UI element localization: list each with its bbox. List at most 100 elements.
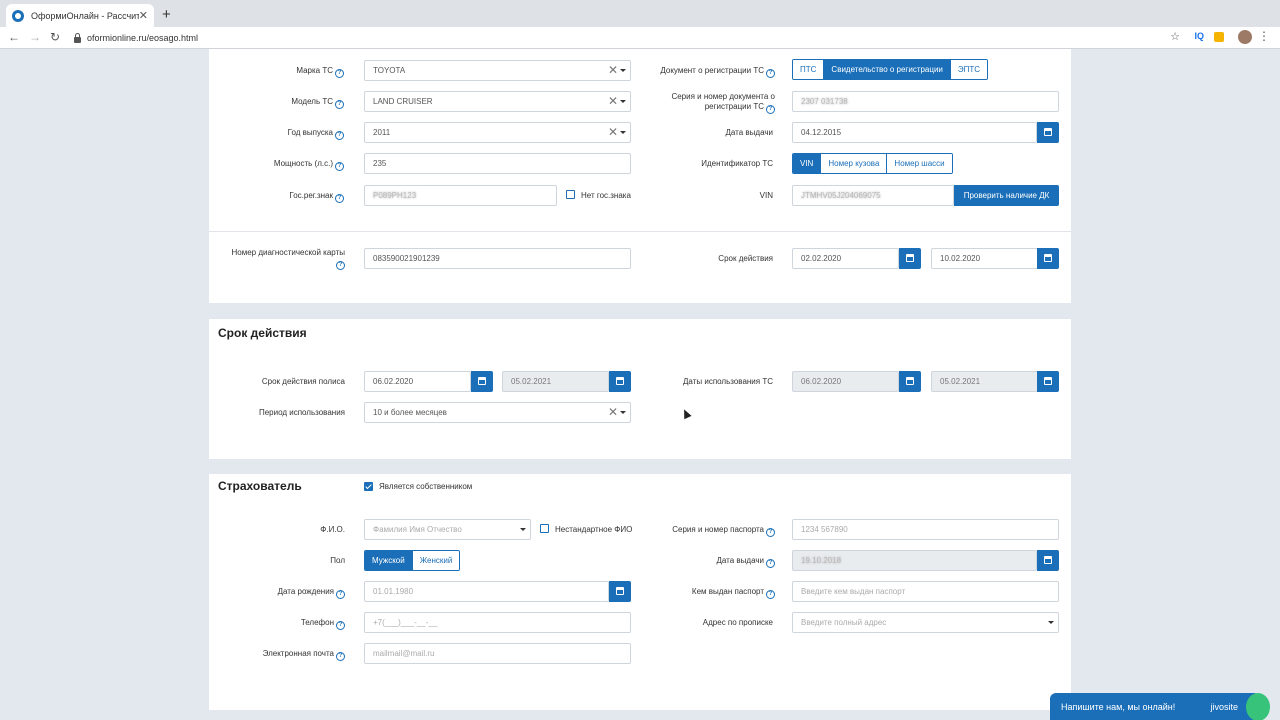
plate-input[interactable]: Р089РН123 xyxy=(364,185,557,206)
help-icon[interactable]: ? xyxy=(335,162,344,171)
id-type-toggle: VIN Номер кузова Номер шасси xyxy=(792,153,953,174)
id-option-chassis[interactable]: Номер шасси xyxy=(886,154,952,173)
year-select[interactable]: 2011 ✕ xyxy=(364,122,631,143)
clear-icon[interactable]: ✕ xyxy=(608,61,618,80)
id-option-vin[interactable]: VIN xyxy=(793,154,821,173)
chevron-down-icon xyxy=(620,411,626,414)
calendar-icon[interactable] xyxy=(609,581,631,602)
email-input[interactable]: mailmail@mail.ru xyxy=(364,643,631,664)
new-tab-button[interactable]: + xyxy=(162,6,171,23)
iq-extension-icon[interactable]: IQ xyxy=(1194,31,1204,41)
clear-icon[interactable]: ✕ xyxy=(608,92,618,111)
divider xyxy=(209,231,1071,232)
help-icon[interactable]: ? xyxy=(336,590,345,599)
help-icon[interactable]: ? xyxy=(766,559,775,568)
passport-date-input[interactable]: 19.10.2018 xyxy=(792,550,1037,571)
help-icon[interactable]: ? xyxy=(335,100,344,109)
power-input[interactable]: 235 xyxy=(364,153,631,174)
help-icon[interactable]: ? xyxy=(335,194,344,203)
help-icon[interactable]: ? xyxy=(766,590,775,599)
birth-label: Дата рождения? xyxy=(229,587,345,599)
nonstandard-fio-checkbox[interactable] xyxy=(540,524,549,533)
lock-icon xyxy=(74,32,81,43)
calendar-icon[interactable] xyxy=(1037,550,1059,571)
birth-input[interactable]: 01.01.1980 xyxy=(364,581,609,602)
doc-option-certificate[interactable]: Свидетельство о регистрации xyxy=(823,60,950,79)
issued-by-input[interactable]: Введите кем выдан паспорт xyxy=(792,581,1059,602)
calendar-icon[interactable] xyxy=(1037,248,1059,269)
calendar-icon[interactable] xyxy=(899,248,921,269)
browser-menu-icon[interactable]: ⋮ xyxy=(1258,29,1270,43)
browser-tabbar: ОформиОнлайн - Рассчитать ✕ + xyxy=(0,0,1280,27)
fio-select[interactable]: Фамилия Имя Отчество xyxy=(364,519,531,540)
tab-close-icon[interactable]: ✕ xyxy=(139,9,148,22)
calendar-icon[interactable] xyxy=(899,371,921,392)
id-label: Идентификатор ТС xyxy=(701,159,773,168)
usage-period-select[interactable]: 10 и более месяцев ✕ xyxy=(364,402,631,423)
doc-number-input[interactable]: 2307 031738 xyxy=(792,91,1059,112)
doc-option-pts[interactable]: ПТС xyxy=(793,60,824,79)
forward-icon[interactable]: → xyxy=(29,30,41,44)
extension-icon[interactable] xyxy=(1214,32,1224,42)
back-icon[interactable]: ← xyxy=(8,30,20,44)
year-label: Год выпуска? xyxy=(249,128,344,140)
usage-period-label: Период использования xyxy=(258,408,345,417)
address-label: Адрес по прописке xyxy=(702,618,773,627)
check-dk-button[interactable]: Проверить наличие ДК xyxy=(954,185,1059,206)
browser-tab[interactable]: ОформиОнлайн - Рассчитать ✕ xyxy=(6,4,154,27)
diag-card-input[interactable]: 083590021901239 xyxy=(364,248,631,269)
help-icon[interactable]: ? xyxy=(766,105,775,114)
model-select[interactable]: LAND CRUISER ✕ xyxy=(364,91,631,112)
help-icon[interactable]: ? xyxy=(766,69,775,78)
usage-from-input: 06.02.2020 xyxy=(792,371,899,392)
url-text: oformionline.ru/eosago.html xyxy=(87,33,199,43)
bookmark-star-icon[interactable]: ☆ xyxy=(1170,30,1180,43)
reload-icon[interactable]: ↻ xyxy=(50,30,60,44)
insurer-card: Страхователь Является собственником Ф.И.… xyxy=(209,474,1071,710)
clear-icon[interactable]: ✕ xyxy=(608,123,618,142)
vin-input[interactable]: JTMHV05J204069075 xyxy=(792,185,954,206)
calendar-icon[interactable] xyxy=(471,371,493,392)
diag-to-input[interactable]: 10.02.2020 xyxy=(931,248,1038,269)
profile-avatar[interactable] xyxy=(1238,30,1252,44)
address-bar[interactable]: oformionline.ru/eosago.html xyxy=(70,29,1185,47)
passport-input[interactable]: 1234 567890 xyxy=(792,519,1059,540)
policy-from-input[interactable]: 06.02.2020 xyxy=(364,371,471,392)
issue-date-input[interactable]: 04.12.2015 xyxy=(792,122,1037,143)
is-owner-label: Является собственником xyxy=(379,482,473,491)
policy-card: Срок действия Срок действия полиса 06.02… xyxy=(209,319,1071,459)
help-icon[interactable]: ? xyxy=(336,652,345,661)
help-icon[interactable]: ? xyxy=(335,131,344,140)
help-icon[interactable]: ? xyxy=(336,261,345,270)
calendar-icon[interactable] xyxy=(609,371,631,392)
is-owner-checkbox[interactable] xyxy=(364,482,373,491)
address-select[interactable]: Введите полный адрес xyxy=(792,612,1059,633)
help-icon[interactable]: ? xyxy=(335,69,344,78)
gender-male[interactable]: Мужской xyxy=(365,551,412,570)
calendar-icon[interactable] xyxy=(1037,122,1059,143)
doc-option-epts[interactable]: ЭПТС xyxy=(949,60,988,79)
calendar-icon[interactable] xyxy=(1037,371,1059,392)
fio-label: Ф.И.О. xyxy=(320,525,345,534)
clear-icon[interactable]: ✕ xyxy=(608,403,618,422)
chevron-down-icon xyxy=(620,100,626,103)
phone-input[interactable]: +7(___)___-__-__ xyxy=(364,612,631,633)
chat-widget[interactable]: Напишите нам, мы онлайн! jivosite xyxy=(1050,693,1270,720)
id-option-body[interactable]: Номер кузова xyxy=(820,154,887,173)
model-label: Модель ТС? xyxy=(249,97,344,109)
insurer-section-title: Страхователь xyxy=(218,479,302,493)
policy-term-label: Срок действия полиса xyxy=(261,377,345,386)
gender-female[interactable]: Женский xyxy=(411,551,460,570)
vehicle-card: Марка ТС? TOYOTA ✕ Модель ТС? LAND CRUISE… xyxy=(209,49,1071,303)
brand-select[interactable]: TOYOTA ✕ xyxy=(364,60,631,81)
site-favicon-icon xyxy=(12,9,24,22)
chevron-down-icon xyxy=(620,131,626,134)
gender-toggle: Мужской Женский xyxy=(364,550,461,571)
plate-label: Гос.рег.знак? xyxy=(249,191,344,203)
help-icon[interactable]: ? xyxy=(336,621,345,630)
diag-from-input[interactable]: 02.02.2020 xyxy=(792,248,899,269)
help-icon[interactable]: ? xyxy=(766,528,775,537)
no-plate-checkbox[interactable] xyxy=(566,190,575,199)
chat-brand-logo: jivosite xyxy=(1210,702,1238,712)
chevron-down-icon xyxy=(1048,621,1054,624)
